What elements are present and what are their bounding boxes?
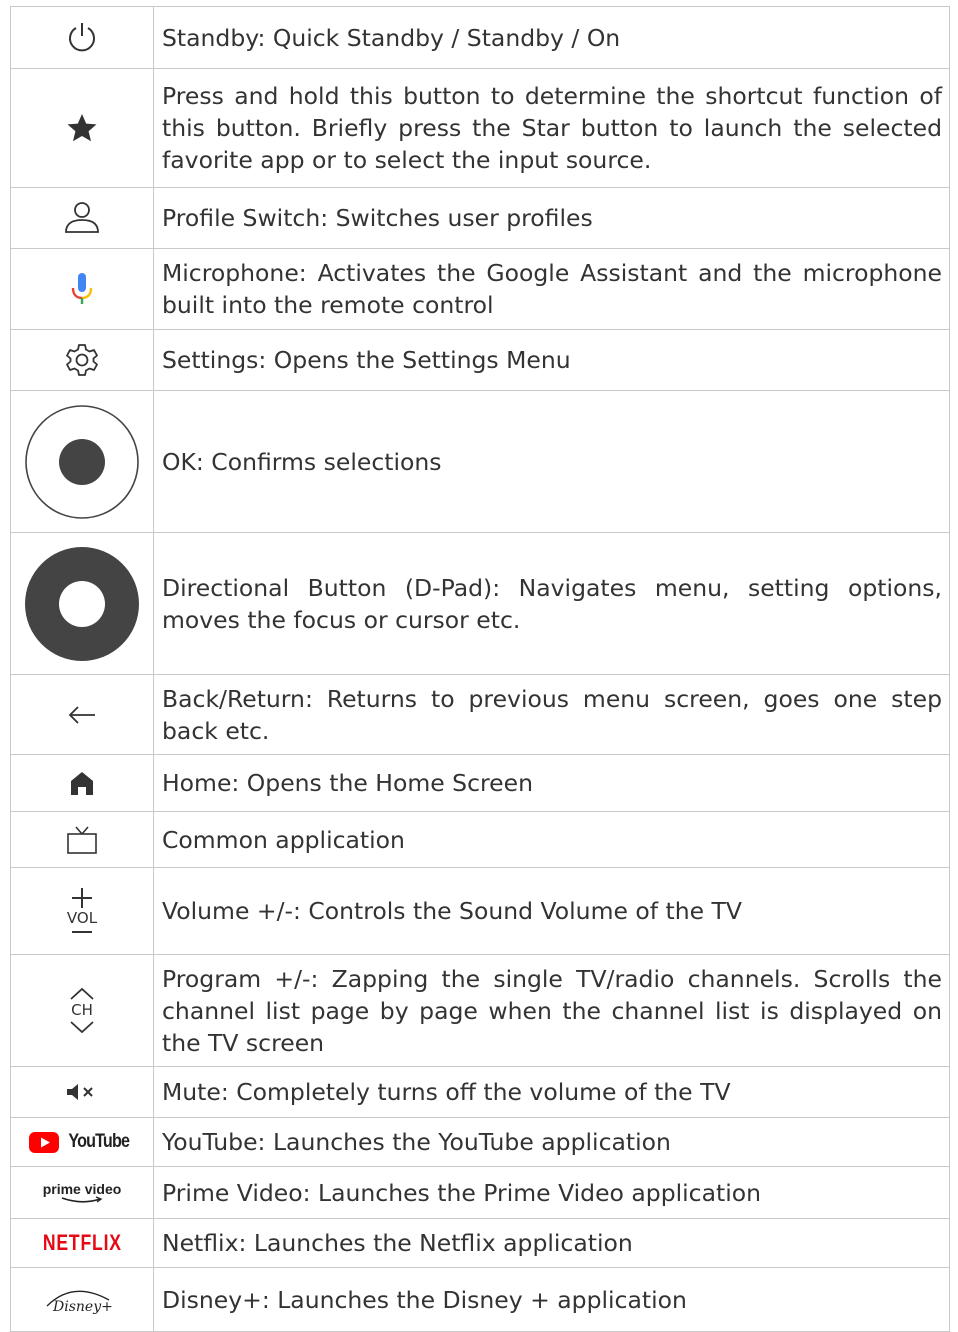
prime-video-logo-icon: prime video — [42, 1180, 122, 1204]
remote-functions-table: Standby: Quick Standby / Standby / On Pr… — [10, 6, 950, 1332]
table-row: VOL Volume +/-: Controls the Sound Volum… — [10, 867, 950, 955]
row-description: Settings: Opens the Settings Menu — [153, 329, 950, 391]
row-description: Volume +/-: Controls the Sound Volume of… — [153, 867, 950, 955]
channel-label: CH — [71, 1001, 93, 1019]
table-row: Common application — [10, 811, 950, 868]
youtube-logo-text: YouTube — [68, 1131, 131, 1152]
volume-label: VOL — [66, 908, 98, 927]
row-description: Profile Switch: Switches user profiles — [153, 187, 950, 249]
table-row: Profile Switch: Switches user profiles — [10, 187, 950, 249]
table-row: Microphone: Activates the Google Assista… — [10, 248, 950, 330]
volume-icon: VOL — [67, 887, 97, 936]
table-row: prime video Prime Video: Launches the Pr… — [10, 1166, 950, 1219]
table-row: Mute: Completely turns off the volume of… — [10, 1066, 950, 1118]
row-description: OK: Confirms selections — [153, 390, 950, 533]
channel-icon: CH — [69, 987, 95, 1034]
prime-video-logo-text: prime video — [42, 1180, 122, 1197]
table-row: Back/Return: Returns to previous menu sc… — [10, 674, 950, 755]
tv-icon — [67, 825, 97, 854]
table-row: CH Program +/-: Zapping the single TV/ra… — [10, 954, 950, 1067]
row-description: Netflix: Launches the Netflix applicatio… — [153, 1218, 950, 1268]
dpad-icon — [25, 546, 139, 661]
star-icon — [67, 114, 97, 142]
table-row: Standby: Quick Standby / Standby / On — [10, 6, 950, 69]
row-description: Prime Video: Launches the Prime Video ap… — [153, 1166, 950, 1219]
back-arrow-icon — [68, 706, 95, 724]
row-description: Disney+: Launches the Disney + applicati… — [153, 1267, 950, 1332]
table-row: NETFLIX Netflix: Launches the Netflix ap… — [10, 1218, 950, 1268]
row-description: Program +/-: Zapping the single TV/radio… — [153, 954, 950, 1067]
row-description: Home: Opens the Home Screen — [153, 754, 950, 812]
table-row: Settings: Opens the Settings Menu — [10, 329, 950, 391]
microphone-icon — [71, 273, 93, 304]
row-description: Mute: Completely turns off the volume of… — [153, 1066, 950, 1118]
row-description: Common application — [153, 811, 950, 868]
row-description: Press and hold this button to determine … — [153, 68, 950, 188]
home-icon — [71, 772, 93, 795]
youtube-logo-icon: YouTube — [29, 1131, 134, 1153]
mute-icon — [67, 1084, 93, 1101]
netflix-logo-icon: NETFLIX — [42, 1230, 122, 1255]
table-row: YouTube YouTube: Launches the YouTube ap… — [10, 1117, 950, 1167]
profile-icon — [65, 202, 99, 233]
power-icon — [69, 22, 95, 51]
row-description: Back/Return: Returns to previous menu sc… — [153, 674, 950, 755]
table-row: Press and hold this button to determine … — [10, 68, 950, 188]
row-description: Standby: Quick Standby / Standby / On — [153, 6, 950, 69]
table-row: Home: Opens the Home Screen — [10, 754, 950, 812]
table-row: Directional Button (D-Pad): Navigates me… — [10, 532, 950, 675]
row-description: YouTube: Launches the YouTube applicatio… — [153, 1117, 950, 1167]
gear-icon — [66, 344, 98, 376]
disney-plus-logo-text: Disney+ — [52, 1299, 113, 1315]
table-row: OK: Confirms selections — [10, 390, 950, 533]
row-description: Microphone: Activates the Google Assista… — [153, 248, 950, 330]
ok-button-icon — [25, 404, 139, 519]
disney-plus-logo-icon: Disney+ — [43, 1284, 121, 1316]
table-row: Disney+ Disney+: Launches the Disney + a… — [10, 1267, 950, 1332]
row-description: Directional Button (D-Pad): Navigates me… — [153, 532, 950, 675]
